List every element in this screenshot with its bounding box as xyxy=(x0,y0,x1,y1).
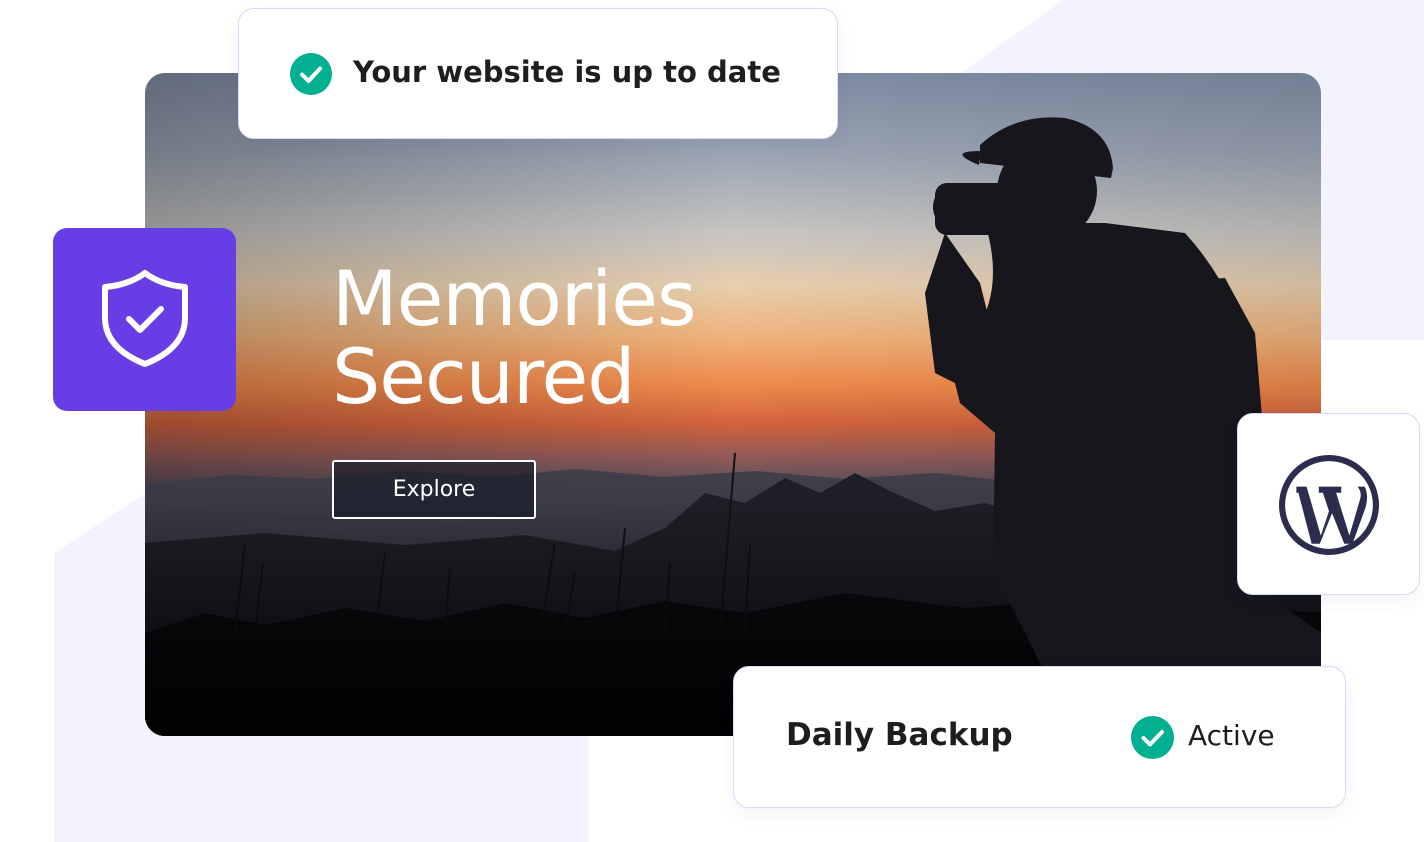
hero-headline-line-2: Secured xyxy=(332,332,636,421)
website-status-card: Your website is up to date xyxy=(238,8,838,139)
explore-button[interactable]: Explore xyxy=(332,460,536,519)
website-status-text: Your website is up to date xyxy=(353,55,781,89)
backup-status-text: Active xyxy=(1188,719,1275,752)
check-circle-icon xyxy=(1131,716,1174,759)
check-circle-icon xyxy=(290,53,332,95)
hero-headline: Memories Secured xyxy=(332,254,697,421)
shield-check-icon xyxy=(102,270,188,367)
hero-photo xyxy=(145,73,1321,736)
security-badge xyxy=(53,228,236,411)
daily-backup-title: Daily Backup xyxy=(786,717,1013,753)
wordpress-badge xyxy=(1237,413,1420,595)
hero-banner: Memories Secured Explore xyxy=(145,73,1321,736)
wordpress-logo-icon xyxy=(1279,455,1379,555)
daily-backup-card: Daily Backup Active xyxy=(733,666,1346,808)
hero-headline-line-1: Memories xyxy=(332,254,697,343)
